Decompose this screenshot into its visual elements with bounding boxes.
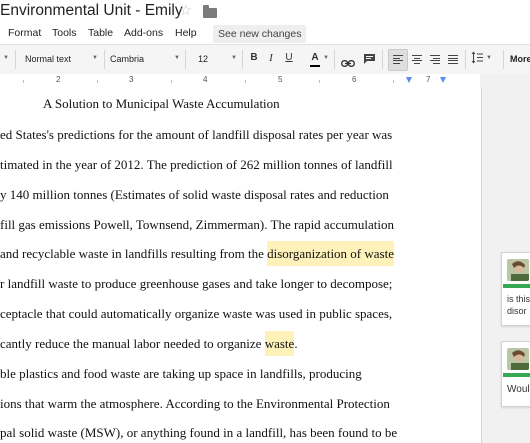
toolbar-divider [503, 50, 504, 69]
body-line: cantly reduce the manual labor needed to… [0, 331, 298, 356]
font-select[interactable]: Cambria [110, 54, 144, 64]
line-text: ble plastics and food waste are taking u… [0, 366, 362, 381]
avatar [507, 259, 529, 281]
body-line: pal solid waste (MSW), or anything found… [0, 425, 397, 441]
toolbar-divider [382, 50, 383, 69]
folder-icon[interactable] [203, 5, 217, 18]
right-indent-marker[interactable] [406, 77, 412, 83]
body-line: timated in the year of 2012. The predict… [0, 157, 393, 173]
line-text: timated in the year of 2012. The predict… [0, 157, 393, 172]
menu-tools[interactable]: Tools [52, 27, 77, 39]
ruler-tick [97, 80, 98, 83]
ruler-tick [23, 80, 24, 83]
text-color-swatch [310, 65, 320, 67]
align-left-icon [393, 55, 403, 65]
line-text: ions that warm the atmosphere. According… [0, 396, 390, 411]
ruler-number: 6 [352, 75, 357, 84]
align-justify-icon[interactable] [448, 55, 458, 65]
ruler-tick [319, 80, 320, 83]
commented-text-highlight[interactable]: disorganization of waste [267, 241, 394, 266]
comment-accent-bar [503, 284, 530, 288]
italic-button[interactable]: I [265, 52, 277, 64]
toolbar-divider [334, 50, 335, 69]
bold-button[interactable]: B [248, 52, 260, 64]
comment-icon[interactable] [363, 52, 376, 64]
line-text: ed States's predictions for the amount o… [0, 127, 393, 142]
link-icon[interactable] [341, 54, 355, 67]
body-line: fill gas emissions Powell, Townsend, Zim… [0, 217, 394, 233]
star-icon[interactable]: ☆ [179, 3, 192, 19]
toolbar-divider [465, 50, 466, 69]
line-text: y 140 million tonnes (Estimates of solid… [0, 187, 389, 202]
ruler-number: 2 [56, 75, 61, 84]
zoom-dropdown-caret-icon[interactable]: ▼ [3, 55, 9, 61]
ruler-number: 5 [278, 75, 283, 84]
line-text: and recyclable waste in landfills result… [0, 246, 268, 261]
document-heading: A Solution to Municipal Waste Accumulati… [43, 96, 280, 111]
body-line: ble plastics and food waste are taking u… [0, 366, 362, 382]
body-line: r landfill waste to produce greenhouse g… [0, 276, 392, 292]
line-text: cantly reduce the manual labor needed to… [0, 336, 265, 351]
line-text: r landfill waste to produce greenhouse g… [0, 276, 393, 291]
ruler-tick [171, 80, 172, 83]
style-select[interactable]: Normal text [25, 54, 71, 64]
font-size-select[interactable]: 12 [198, 54, 208, 64]
line-spacing-caret-icon[interactable]: ▼ [486, 55, 492, 61]
ruler-tick [393, 80, 394, 83]
body-line: ions that warm the atmosphere. According… [0, 396, 390, 412]
font-size-caret-icon[interactable]: ▼ [231, 55, 237, 61]
menu-table[interactable]: Table [88, 27, 113, 39]
body-line: ceptacle that could automatically organi… [0, 306, 392, 322]
align-right-icon[interactable] [430, 55, 440, 65]
body-line: ed States's predictions for the amount o… [0, 127, 392, 143]
ruler-number: 7 [426, 75, 431, 84]
toolbar-divider [104, 50, 105, 69]
line-text: ceptacle that could automatically organi… [0, 306, 393, 321]
ruler-tick [245, 80, 246, 83]
line-text: fill gas emissions Powell, Townsend, Zim… [0, 217, 394, 232]
comment-text: is this [507, 294, 530, 304]
ruler-number: 4 [203, 75, 208, 84]
menu-help[interactable]: Help [175, 27, 197, 39]
line-text: pal solid waste (MSW), or anything found… [0, 425, 398, 440]
commented-text-highlight[interactable]: waste [264, 331, 295, 356]
avatar [507, 348, 529, 370]
right-margin-marker[interactable] [440, 77, 446, 83]
toolbar-divider [242, 50, 243, 69]
body-line: y 140 million tonnes (Estimates of solid… [0, 187, 389, 203]
menu-format[interactable]: Format [8, 27, 41, 39]
comment-text: disor [507, 306, 527, 316]
ruler-margin [480, 74, 530, 87]
menu-add-ons[interactable]: Add-ons [124, 27, 163, 39]
ruler-number: 3 [129, 75, 134, 84]
comment-text: Woul [507, 384, 530, 395]
text-color-button[interactable]: A [309, 52, 321, 64]
font-caret-icon[interactable]: ▼ [174, 55, 180, 61]
document-title[interactable]: Environmental Unit - Emily [0, 2, 183, 20]
align-center-icon[interactable] [412, 55, 422, 65]
text-color-caret-icon[interactable]: ▼ [323, 55, 329, 61]
line-spacing-icon[interactable] [471, 51, 483, 64]
body-line: and recyclable waste in landfills result… [0, 241, 394, 266]
toolbar-divider [185, 50, 186, 69]
line-text: . [294, 336, 298, 351]
toolbar-divider [15, 50, 16, 69]
underline-button[interactable]: U [283, 52, 295, 64]
see-new-changes-link[interactable]: See new changes [213, 25, 307, 43]
comment-accent-bar [503, 373, 530, 377]
more-button[interactable]: More [510, 54, 530, 64]
style-caret-icon[interactable]: ▼ [92, 55, 98, 61]
